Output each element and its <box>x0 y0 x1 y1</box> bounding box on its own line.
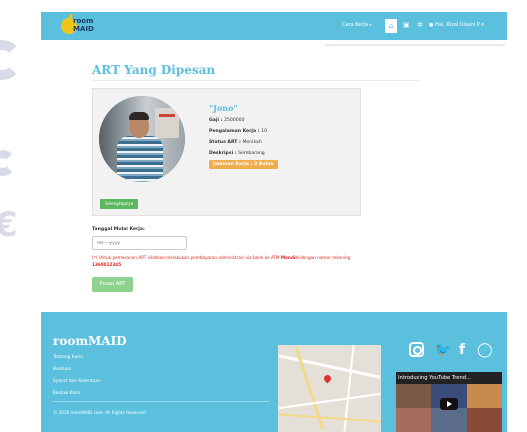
footer-link-terms[interactable]: Syarat dan Ketentuan <box>53 376 101 388</box>
instagram-icon[interactable] <box>409 342 424 357</box>
user-menu[interactable]: ● Hai, Rizal Ulsani P ▾ <box>429 22 484 28</box>
guarantee-badge: Jaminan Kerja : 3 Bulan <box>209 160 278 169</box>
top-navbar: room MAID Cara Kerja ▾ ⌂ ▣ ✲ ● Hai, Riza… <box>41 12 507 40</box>
footer: roomMAID Tentang Kami Bantuan Syarat dan… <box>41 312 507 432</box>
payment-notice: (*) Untuk pemesanan ART silahkan melakuk… <box>92 255 351 267</box>
video-embed[interactable]: Introducing YouTube Trend... <box>396 372 502 432</box>
nav-menu-cara-kerja[interactable]: Cara Kerja ▾ <box>342 22 372 28</box>
play-icon[interactable] <box>440 398 458 410</box>
art-description: Deskripsi : Sembarang <box>209 151 265 156</box>
watermark-shape: € <box>0 205 18 245</box>
twitter-icon[interactable]: 🐦 <box>434 342 451 358</box>
art-name: "Jono" <box>209 103 238 113</box>
settings-icon[interactable]: ✲ <box>417 21 423 29</box>
footer-link-about[interactable]: Tentang Kami <box>53 352 101 364</box>
github-icon[interactable]: ◯ <box>477 342 493 358</box>
art-salary: Gaji : 2500000 <box>209 118 245 123</box>
footer-links: Tentang Kami Bantuan Syarat dan Ketentua… <box>53 352 101 400</box>
order-art-button[interactable]: Pesan ART <box>92 277 133 292</box>
footer-link-help[interactable]: Bantuan <box>53 364 101 376</box>
divider <box>92 80 419 81</box>
caret-down-icon: ▾ <box>481 22 484 28</box>
map-embed[interactable] <box>278 345 381 432</box>
home-icon[interactable]: ⌂ <box>385 19 397 33</box>
watermark-shape <box>0 40 22 80</box>
facebook-icon[interactable]: f <box>459 342 465 358</box>
logo[interactable]: room MAID <box>61 15 121 37</box>
map-pin-icon <box>322 373 333 384</box>
copyright: © 2016 roomMAID.com. All Rights Reserved <box>53 410 146 415</box>
date-label: Tanggal Mulai Kerja: <box>92 227 145 232</box>
divider <box>53 401 269 402</box>
logo-text: room MAID <box>73 17 94 33</box>
footer-brand: roomMAID <box>53 334 127 348</box>
watermark-shape <box>0 150 16 176</box>
art-experience: Pengalaman Kerja : 10 <box>209 129 268 134</box>
user-icon: ● <box>429 22 434 28</box>
nav-menu-label: Cara Kerja <box>342 22 368 28</box>
page-title: ART Yang Dipesan <box>92 63 216 77</box>
art-card: "Jono" Gaji : 2500000 Pengalaman Kerja :… <box>92 88 361 216</box>
user-menu-label: Hai, Rizal Ulsani P <box>434 22 480 28</box>
detail-button[interactable]: Selengkapnya <box>100 199 139 209</box>
footer-link-contact[interactable]: Kontak Kami <box>53 388 101 400</box>
briefcase-icon[interactable]: ▣ <box>403 21 410 29</box>
art-status: Status ART : Menikah <box>209 140 262 145</box>
social-links: 🐦 f ◯ <box>409 342 499 362</box>
art-info: "Jono" Gaji : 2500000 Pengalaman Kerja :… <box>209 103 278 170</box>
art-photo <box>99 96 185 182</box>
start-date-input[interactable] <box>92 236 187 250</box>
video-title: Introducing YouTube Trend... <box>398 375 472 381</box>
caret-down-icon: ▾ <box>369 22 372 27</box>
